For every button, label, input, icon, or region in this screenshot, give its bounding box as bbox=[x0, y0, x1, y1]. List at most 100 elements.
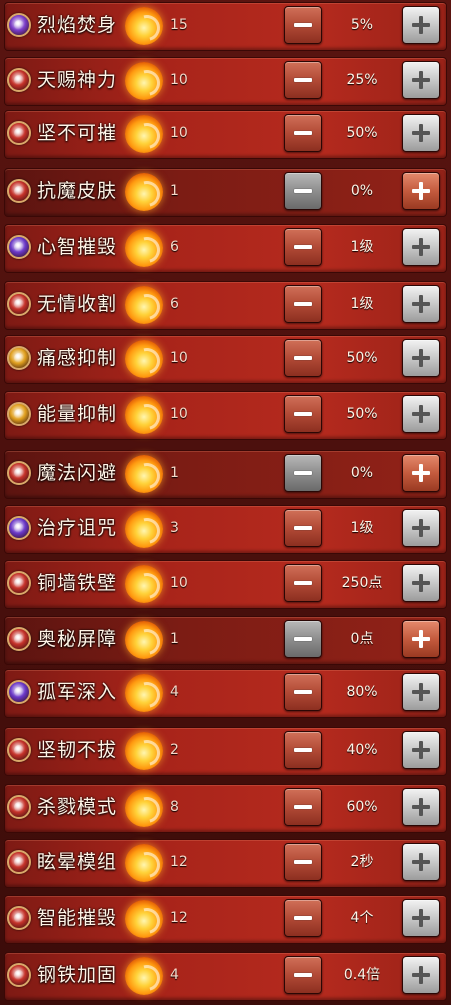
skill-row: 孤军深入 4 80% bbox=[0, 667, 451, 720]
increase-button[interactable] bbox=[402, 395, 440, 433]
increase-button[interactable] bbox=[402, 731, 440, 769]
skill-row: 抗魔皮肤 1 0% bbox=[0, 166, 451, 219]
minus-icon bbox=[294, 526, 312, 530]
shield-icon bbox=[7, 571, 31, 595]
increase-button[interactable] bbox=[402, 6, 440, 44]
decrease-button[interactable] bbox=[284, 843, 322, 881]
skill-value: 50% bbox=[346, 406, 378, 422]
skill-level: 1 bbox=[170, 183, 179, 199]
flame-orb-icon bbox=[125, 396, 163, 434]
skill-name: 钢铁加固 bbox=[37, 964, 118, 986]
skill-row: 治疗诅咒 3 1级 bbox=[0, 503, 451, 556]
claw-icon bbox=[7, 292, 31, 316]
increase-button[interactable] bbox=[402, 843, 440, 881]
minus-icon bbox=[294, 637, 312, 641]
skill-row: 坚韧不拔 2 40% bbox=[0, 725, 451, 778]
skill-value: 50% bbox=[346, 350, 378, 366]
bird-icon bbox=[7, 906, 31, 930]
skill-level: 10 bbox=[170, 575, 188, 591]
skill-value: 0% bbox=[350, 465, 374, 481]
flame-orb-icon bbox=[125, 844, 163, 882]
skill-row: 能量抑制 10 50% bbox=[0, 389, 451, 442]
skill-name: 能量抑制 bbox=[37, 403, 118, 425]
plus-icon-vertical bbox=[419, 349, 423, 367]
minus-icon bbox=[294, 412, 312, 416]
skill-value: 4个 bbox=[350, 910, 374, 926]
decrease-button[interactable] bbox=[284, 395, 322, 433]
decrease-button[interactable] bbox=[284, 673, 322, 711]
purple-orb-icon bbox=[7, 13, 31, 37]
skill-level: 6 bbox=[170, 296, 179, 312]
increase-button[interactable] bbox=[402, 899, 440, 937]
increase-button[interactable] bbox=[402, 114, 440, 152]
skill-level: 3 bbox=[170, 520, 179, 536]
muscle-icon bbox=[7, 68, 31, 92]
gold-orb-icon bbox=[7, 346, 31, 370]
flame-orb-icon bbox=[125, 674, 163, 712]
skill-row: 魔法闪避 1 0% bbox=[0, 448, 451, 501]
decrease-button[interactable] bbox=[284, 285, 322, 323]
purple-orb-icon bbox=[7, 235, 31, 259]
decrease-button[interactable] bbox=[284, 454, 322, 492]
plus-icon-vertical bbox=[419, 853, 423, 871]
decrease-button[interactable] bbox=[284, 6, 322, 44]
minus-icon bbox=[294, 860, 312, 864]
decrease-button[interactable] bbox=[284, 788, 322, 826]
increase-button[interactable] bbox=[402, 454, 440, 492]
skill-row: 痛感抑制 10 50% bbox=[0, 333, 451, 386]
decrease-button[interactable] bbox=[284, 228, 322, 266]
decrease-button[interactable] bbox=[284, 620, 322, 658]
increase-button[interactable] bbox=[402, 564, 440, 602]
skill-level: 12 bbox=[170, 854, 188, 870]
armor-icon bbox=[7, 963, 31, 987]
decrease-button[interactable] bbox=[284, 339, 322, 377]
skill-level: 10 bbox=[170, 406, 188, 422]
increase-button[interactable] bbox=[402, 620, 440, 658]
increase-button[interactable] bbox=[402, 172, 440, 210]
decrease-button[interactable] bbox=[284, 731, 322, 769]
rage-icon bbox=[7, 795, 31, 819]
increase-button[interactable] bbox=[402, 339, 440, 377]
skill-value: 1级 bbox=[350, 239, 374, 255]
increase-button[interactable] bbox=[402, 509, 440, 547]
shield-icon bbox=[7, 121, 31, 145]
skill-name: 天赐神力 bbox=[37, 69, 118, 91]
minus-icon bbox=[294, 245, 312, 249]
skill-list: 烈焰焚身 15 5% 天赐神力 10 25% 坚不可摧 10 50% 抗魔皮肤 1 0% 心智摧毁 6 1级… bbox=[0, 0, 451, 1005]
skill-name: 坚不可摧 bbox=[37, 122, 118, 144]
skill-level: 15 bbox=[170, 17, 188, 33]
decrease-button[interactable] bbox=[284, 114, 322, 152]
decrease-button[interactable] bbox=[284, 899, 322, 937]
flame-orb-icon bbox=[125, 115, 163, 153]
increase-button[interactable] bbox=[402, 956, 440, 994]
decrease-button[interactable] bbox=[284, 509, 322, 547]
flame-orb-icon bbox=[125, 510, 163, 548]
plus-icon-vertical bbox=[419, 182, 423, 200]
skill-level: 1 bbox=[170, 631, 179, 647]
decrease-button[interactable] bbox=[284, 956, 322, 994]
skill-level: 6 bbox=[170, 239, 179, 255]
stun-icon bbox=[7, 850, 31, 874]
increase-button[interactable] bbox=[402, 61, 440, 99]
decrease-button[interactable] bbox=[284, 172, 322, 210]
increase-button[interactable] bbox=[402, 788, 440, 826]
flame-orb-icon bbox=[125, 957, 163, 995]
skill-level: 4 bbox=[170, 967, 179, 983]
decrease-button[interactable] bbox=[284, 564, 322, 602]
skill-level: 2 bbox=[170, 742, 179, 758]
decrease-button[interactable] bbox=[284, 61, 322, 99]
plus-icon-vertical bbox=[419, 124, 423, 142]
skill-name: 杀戮模式 bbox=[37, 796, 118, 818]
minus-icon bbox=[294, 916, 312, 920]
plus-icon-vertical bbox=[419, 16, 423, 34]
skill-name: 奥秘屏障 bbox=[37, 628, 118, 650]
skill-name: 眩晕模组 bbox=[37, 851, 118, 873]
flame-orb-icon bbox=[125, 732, 163, 770]
skill-name: 智能摧毁 bbox=[37, 907, 118, 929]
skill-level: 1 bbox=[170, 465, 179, 481]
minus-icon bbox=[294, 805, 312, 809]
increase-button[interactable] bbox=[402, 228, 440, 266]
skill-value: 0点 bbox=[350, 631, 374, 647]
increase-button[interactable] bbox=[402, 285, 440, 323]
increase-button[interactable] bbox=[402, 673, 440, 711]
